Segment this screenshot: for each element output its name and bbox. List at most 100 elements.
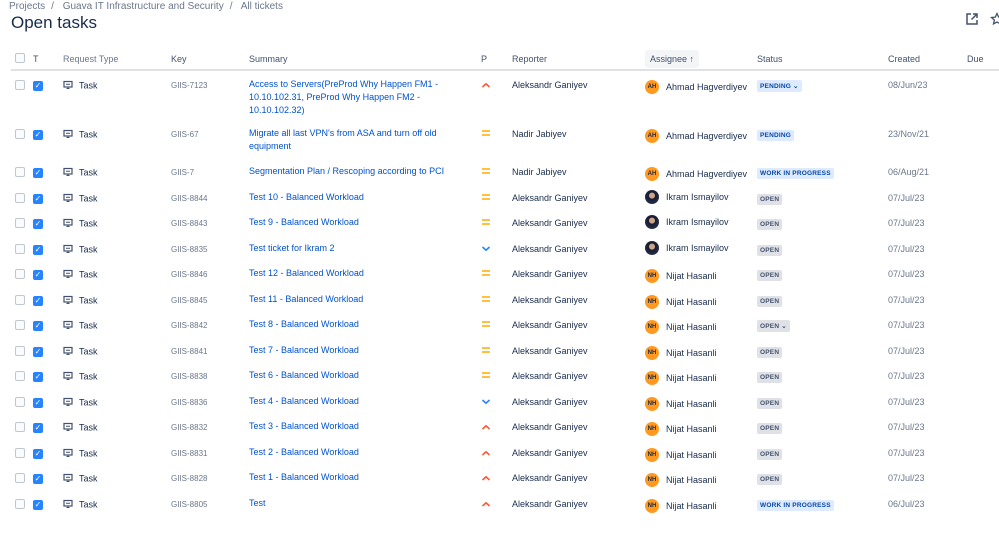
- issue-summary-link[interactable]: Test 8 - Balanced Workload: [249, 318, 481, 331]
- row-select-checkbox[interactable]: [15, 269, 25, 279]
- issue-key[interactable]: GIIS-8828: [171, 474, 207, 483]
- issue-summary-link[interactable]: Test 10 - Balanced Workload: [249, 191, 481, 204]
- issue-key[interactable]: GIIS-8836: [171, 398, 207, 407]
- table-row[interactable]: ✓ Task GIIS-8838 Test 6 - Balanced Workl…: [11, 362, 999, 388]
- status-badge[interactable]: OPEN: [757, 346, 783, 358]
- status-badge[interactable]: OPEN: [757, 372, 783, 383]
- row-select-checkbox[interactable]: [15, 371, 25, 381]
- row-select-checkbox[interactable]: [15, 80, 25, 90]
- row-select-checkbox[interactable]: [15, 218, 25, 228]
- row-select-checkbox[interactable]: [15, 294, 25, 305]
- status-badge[interactable]: PENDING: [757, 130, 795, 141]
- col-due[interactable]: Due: [967, 48, 999, 71]
- status-badge[interactable]: WORK IN PROGRESS: [757, 499, 834, 511]
- table-row[interactable]: ✓ Task GIIS-7123 Access to Servers(PrePr…: [11, 70, 999, 120]
- priority-medium-icon: [481, 193, 491, 203]
- issue-summary-link[interactable]: Test 4 - Balanced Workload: [249, 395, 481, 408]
- issue-key[interactable]: GIIS-8835: [171, 245, 207, 254]
- table-row[interactable]: ✓ Task GIIS-7 Segmentation Plan / Rescop…: [11, 158, 999, 184]
- col-created[interactable]: Created: [888, 48, 967, 71]
- col-request-type[interactable]: Request Type: [63, 48, 171, 71]
- star-icon[interactable]: [990, 12, 999, 26]
- issue-summary-link[interactable]: Test 2 - Balanced Workload: [249, 446, 481, 459]
- issue-summary-link[interactable]: Test 6 - Balanced Workload: [249, 369, 481, 382]
- col-assignee-label: Assignee: [650, 53, 688, 64]
- status-badge[interactable]: OPEN: [757, 193, 783, 205]
- issue-key[interactable]: GIIS-8842: [171, 321, 207, 330]
- issue-summary-link[interactable]: Test 7 - Balanced Workload: [249, 344, 481, 357]
- table-row[interactable]: ✓ Task GIIS-8832 Test 3 - Balanced Workl…: [11, 413, 999, 439]
- table-row[interactable]: ✓ Task GIIS-8831 Test 2 - Balanced Workl…: [11, 439, 999, 465]
- status-badge[interactable]: OPEN: [757, 219, 783, 230]
- issue-summary-link[interactable]: Test: [249, 497, 481, 510]
- table-row[interactable]: ✓ Task GIIS-8836 Test 4 - Balanced Workl…: [11, 388, 999, 414]
- issue-summary-link[interactable]: Test 1 - Balanced Workload: [249, 471, 481, 484]
- issue-key[interactable]: GIIS-67: [171, 130, 199, 139]
- issue-key[interactable]: GIIS-7: [171, 168, 194, 177]
- status-badge[interactable]: OPEN: [757, 295, 783, 307]
- issue-key[interactable]: GIIS-8841: [171, 347, 207, 356]
- issue-key[interactable]: GIIS-8843: [171, 219, 207, 228]
- col-reporter[interactable]: Reporter: [512, 48, 645, 71]
- issue-summary-link[interactable]: Access to Servers(PreProd Why Happen FM1…: [249, 78, 481, 117]
- breadcrumb-all-tickets[interactable]: All tickets: [241, 1, 283, 12]
- row-select-checkbox[interactable]: [15, 320, 25, 330]
- due-date: [967, 490, 999, 516]
- issue-summary-link[interactable]: Migrate all last VPN's from ASA and turn…: [249, 127, 481, 153]
- issue-key[interactable]: GIIS-8805: [171, 500, 207, 509]
- table-row[interactable]: ✓ Task GIIS-8828 Test 1 - Balanced Workl…: [11, 464, 999, 490]
- row-select-checkbox[interactable]: [15, 396, 25, 407]
- table-row[interactable]: ✓ Task GIIS-8842 Test 8 - Balanced Workl…: [11, 311, 999, 337]
- row-select-checkbox[interactable]: [15, 129, 25, 139]
- col-t[interactable]: T: [33, 48, 63, 71]
- table-row[interactable]: ✓ Task GIIS-8843 Test 9 - Balanced Workl…: [11, 209, 999, 235]
- table-row[interactable]: ✓ Task GIIS-67 Migrate all last VPN's fr…: [11, 120, 999, 158]
- issue-summary-link[interactable]: Test 9 - Balanced Workload: [249, 216, 481, 229]
- col-key[interactable]: Key: [171, 48, 249, 71]
- row-select-checkbox[interactable]: [15, 498, 25, 509]
- issue-key[interactable]: GIIS-8832: [171, 423, 207, 432]
- table-row[interactable]: ✓ Task GIIS-8841 Test 7 - Balanced Workl…: [11, 337, 999, 363]
- issue-key[interactable]: GIIS-8845: [171, 296, 207, 305]
- issue-summary-link[interactable]: Test 11 - Balanced Workload: [249, 293, 481, 306]
- table-row[interactable]: ✓ Task GIIS-8845 Test 11 - Balanced Work…: [11, 286, 999, 312]
- issue-key[interactable]: GIIS-8831: [171, 449, 207, 458]
- issue-key[interactable]: GIIS-8838: [171, 372, 207, 381]
- col-summary[interactable]: Summary: [249, 48, 481, 71]
- status-badge[interactable]: OPEN: [757, 448, 783, 460]
- col-priority[interactable]: P: [481, 48, 512, 71]
- status-badge[interactable]: OPEN: [757, 244, 783, 256]
- row-select-checkbox[interactable]: [15, 192, 25, 203]
- col-status[interactable]: Status: [757, 48, 888, 71]
- table-row[interactable]: ✓ Task GIIS-8844 Test 10 - Balanced Work…: [11, 184, 999, 210]
- row-select-checkbox[interactable]: [15, 447, 25, 458]
- status-badge[interactable]: OPEN: [757, 474, 783, 485]
- status-badge[interactable]: WORK IN PROGRESS: [757, 168, 834, 179]
- select-all-checkbox[interactable]: [15, 52, 25, 63]
- table-row[interactable]: ✓ Task GIIS-8846 Test 12 - Balanced Work…: [11, 260, 999, 286]
- status-badge[interactable]: OPEN ⌄: [757, 320, 790, 332]
- breadcrumb-projects[interactable]: Projects: [9, 1, 45, 12]
- table-row[interactable]: ✓ Task GIIS-8835 Test ticket for Ikram 2…: [11, 235, 999, 261]
- issue-key[interactable]: GIIS-7123: [171, 81, 207, 90]
- issue-summary-link[interactable]: Test ticket for Ikram 2: [249, 242, 481, 255]
- open-in-new-icon[interactable]: [965, 12, 979, 26]
- status-badge[interactable]: OPEN: [757, 270, 783, 281]
- col-assignee[interactable]: Assignee ↑: [645, 48, 757, 71]
- request-type: Task: [79, 218, 98, 229]
- breadcrumb-project[interactable]: Guava IT Infrastructure and Security: [63, 1, 224, 12]
- status-badge[interactable]: PENDING ⌄: [757, 80, 802, 92]
- row-select-checkbox[interactable]: [15, 422, 25, 432]
- issue-summary-link[interactable]: Segmentation Plan / Rescoping according …: [249, 165, 481, 178]
- issue-summary-link[interactable]: Test 12 - Balanced Workload: [249, 267, 481, 280]
- row-select-checkbox[interactable]: [15, 473, 25, 483]
- row-select-checkbox[interactable]: [15, 345, 25, 356]
- row-select-checkbox[interactable]: [15, 167, 25, 177]
- status-badge[interactable]: OPEN: [757, 423, 783, 434]
- issue-key[interactable]: GIIS-8846: [171, 270, 207, 279]
- issue-key[interactable]: GIIS-8844: [171, 194, 207, 203]
- status-badge[interactable]: OPEN: [757, 397, 783, 409]
- issue-summary-link[interactable]: Test 3 - Balanced Workload: [249, 420, 481, 433]
- row-select-checkbox[interactable]: [15, 243, 25, 254]
- table-row[interactable]: ✓ Task GIIS-8805 Test Aleksandr Ganiyev …: [11, 490, 999, 516]
